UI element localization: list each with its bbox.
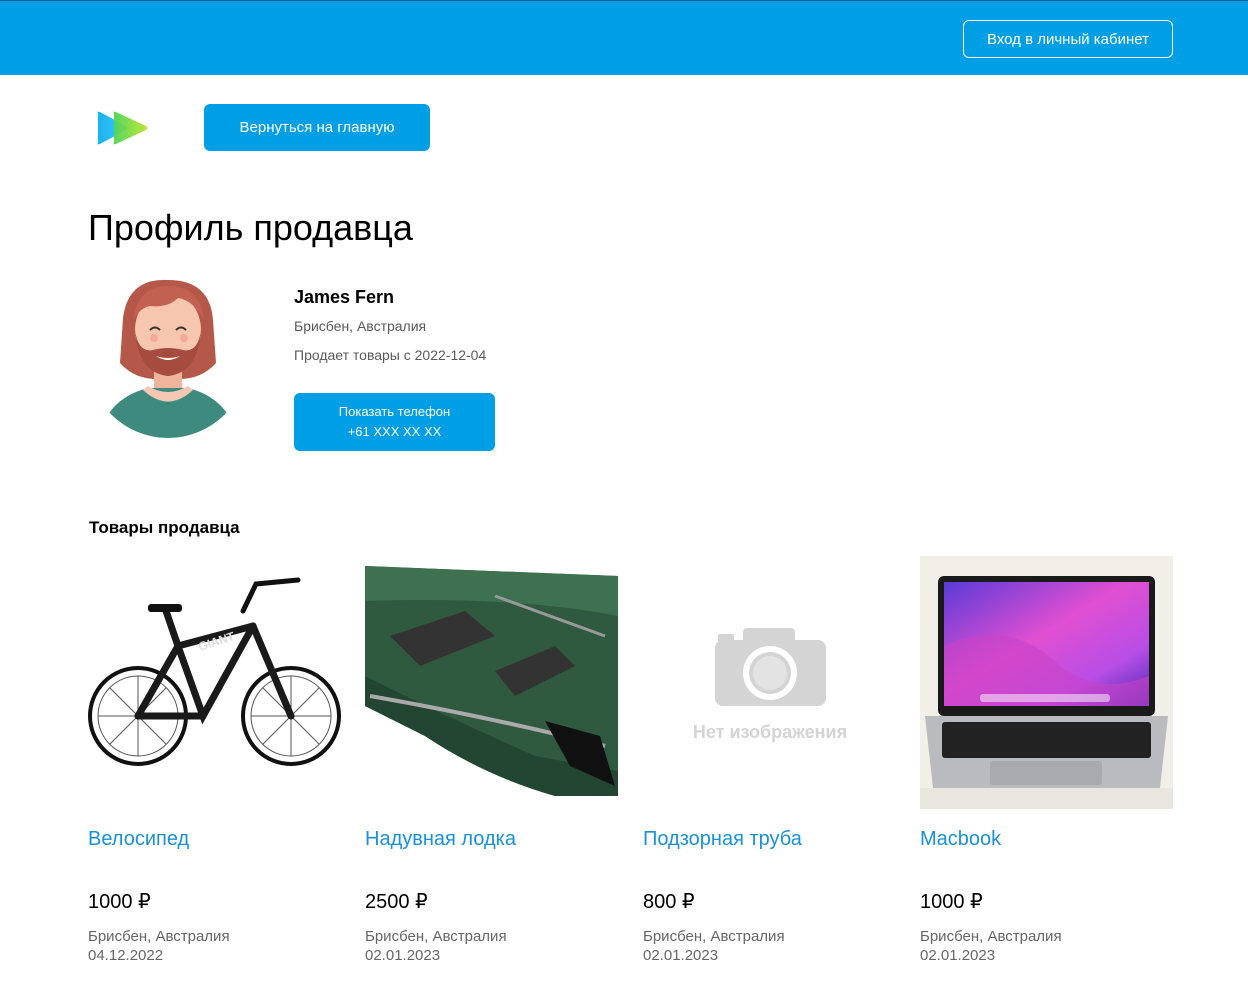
seller-name: James Fern bbox=[294, 287, 395, 307]
show-phone-button[interactable]: Показать телефон +61 XXX XX XX bbox=[294, 393, 495, 451]
product-date: 02.01.2023 bbox=[643, 947, 719, 964]
product-card[interactable]: Надувная лодка 2500 ₽ Брисбен, Австралия… bbox=[365, 556, 618, 976]
product-price: 2500 ₽ bbox=[365, 891, 428, 913]
product-card[interactable]: GIANT Велосипед 1000 ₽ Брисбен, Австрали… bbox=[88, 556, 341, 976]
product-date: 04.12.2022 bbox=[88, 947, 164, 964]
page-title: Профиль продавца bbox=[88, 207, 413, 248]
product-title[interactable]: Macbook bbox=[920, 828, 1001, 851]
product-location: Брисбен, Австралия bbox=[365, 928, 507, 945]
products-section-title: Товары продавца bbox=[89, 518, 240, 537]
seller-avatar bbox=[88, 278, 248, 438]
product-date: 02.01.2023 bbox=[920, 947, 996, 964]
product-title[interactable]: Подзорная труба bbox=[643, 828, 802, 851]
phone-number-masked: +61 XXX XX XX bbox=[347, 424, 442, 439]
logo-icon[interactable] bbox=[96, 109, 150, 147]
product-card[interactable]: Нет изображения Подзорная труба 800 ₽ Бр… bbox=[643, 556, 896, 976]
product-location: Брисбен, Австралия bbox=[643, 928, 785, 945]
product-price: 1000 ₽ bbox=[88, 891, 151, 913]
product-price: 1000 ₽ bbox=[920, 891, 983, 913]
home-button[interactable]: Вернуться на главную bbox=[204, 104, 430, 151]
no-image-label: Нет изображения bbox=[693, 722, 847, 742]
product-image-bicycle[interactable]: GIANT bbox=[88, 556, 341, 809]
product-title[interactable]: Велосипед bbox=[88, 828, 189, 851]
product-location: Брисбен, Австралия bbox=[88, 928, 230, 945]
show-phone-label: Показать телефон bbox=[338, 404, 451, 419]
top-bar: Вход в личный кабинет bbox=[0, 0, 1248, 75]
product-date: 02.01.2023 bbox=[365, 947, 441, 964]
product-image-placeholder[interactable]: Нет изображения bbox=[643, 556, 896, 809]
product-card[interactable]: Macbook 1000 ₽ Брисбен, Австралия 02.01.… bbox=[920, 556, 1173, 976]
product-location: Брисбен, Австралия bbox=[920, 928, 1062, 945]
product-title[interactable]: Надувная лодка bbox=[365, 828, 516, 851]
seller-location: Брисбен, Австралия bbox=[294, 318, 427, 334]
product-price: 800 ₽ bbox=[643, 891, 695, 913]
seller-since: Продает товары с 2022-12-04 bbox=[294, 347, 487, 363]
login-button[interactable]: Вход в личный кабинет bbox=[963, 20, 1173, 58]
product-image-boat[interactable] bbox=[365, 556, 618, 809]
product-image-laptop[interactable] bbox=[920, 556, 1173, 809]
